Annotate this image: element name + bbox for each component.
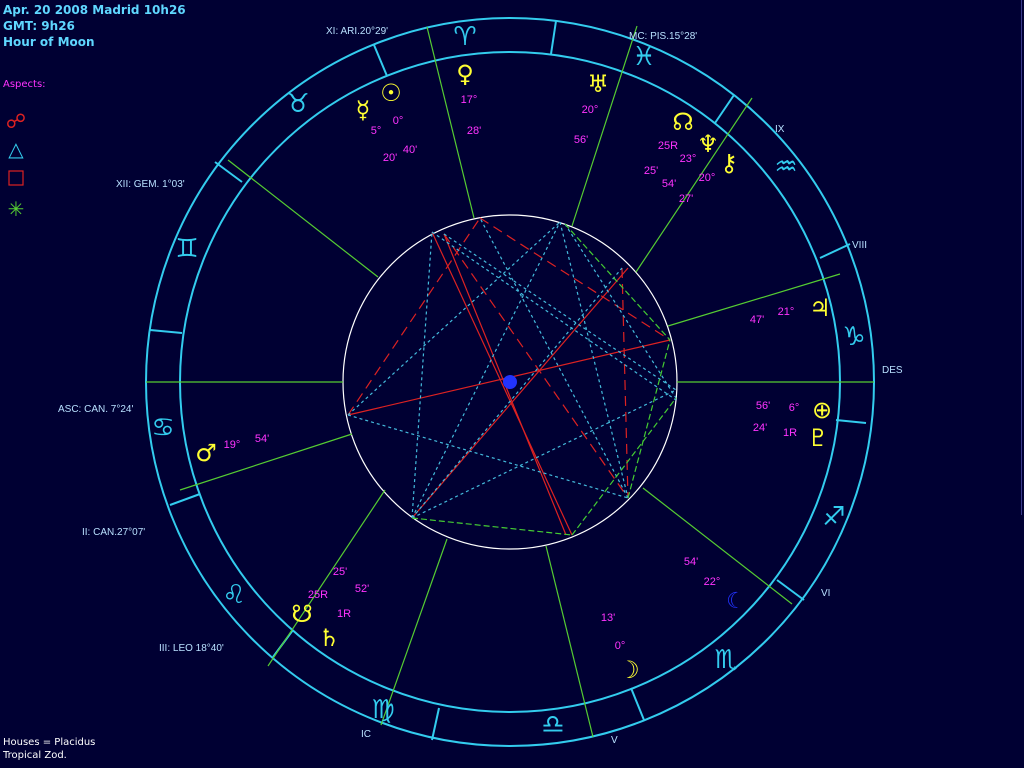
degree-label: 20' [383,152,397,164]
mercury-icon: ☿ [356,96,371,124]
house-label-vi: VI [821,588,830,599]
degree-label: 25' [644,165,658,177]
degree-label: 1R [783,427,797,439]
moon-icon: ☽ [618,656,640,684]
lilith-icon: ☾ [726,589,746,614]
degree-label: 56' [574,134,588,146]
uranus-icon: ♅ [587,70,609,98]
capricorn-sign-icon: ♑ [842,322,865,352]
degree-label: 13' [601,612,615,624]
chart-center-dot [503,375,517,389]
aspect-line [411,231,433,519]
aspect-line [479,217,629,499]
aspect-line [411,221,561,519]
degree-label: 25R [658,140,678,152]
house-system-label: Houses = Placidus [3,737,96,748]
house-label-asc: ASC: CAN. 7°24' [58,404,133,415]
aspect-line [347,414,629,499]
chiron-icon: ⚷ [720,149,738,177]
chart-date-location: Apr. 20 2008 Madrid 10h26 [3,3,186,17]
pisces-sign-icon: ♓ [632,42,655,72]
scorpio-sign-icon: ♏ [714,645,737,675]
degree-label: 19° [224,439,241,451]
degree-label: 0° [393,115,404,127]
gemini-sign-icon: ♊ [175,234,198,264]
degree-label: 20° [582,104,599,116]
window-edge [1021,0,1022,515]
house-label-ic: IC [361,729,371,740]
aspect-line [347,221,561,416]
aquarius-sign-icon: ♒ [774,152,797,182]
degree-label: 54' [662,178,676,190]
aspect-line [571,397,677,536]
degree-label: 52' [355,583,369,595]
house-label-viii: VIII [852,240,867,251]
house-label-des: DES [882,365,903,376]
degree-label: 6° [789,402,800,414]
degree-label: 1R [337,608,351,620]
degree-label: 54' [684,556,698,568]
north-node-icon: ☊ [672,108,693,136]
degree-label: 0° [615,640,626,652]
part-of-fortune-icon: ⊕ [812,396,832,424]
virgo-sign-icon: ♍ [371,695,394,725]
chart-planetary-hour: Hour of Moon [3,35,95,49]
saturn-icon: ♄ [318,624,340,652]
square-aspect-icon [8,170,24,186]
degree-label: 5° [371,125,382,137]
house-label-v: V [611,735,618,746]
sagittarius-sign-icon: ♐ [822,502,845,532]
degree-label: 21° [778,306,795,318]
aspect-line [431,231,677,401]
chart-gmt-time: GMT: 9h26 [3,19,75,33]
trine-aspect-icon: △ [8,137,24,161]
mars-icon: ♂ [195,439,217,467]
degree-label: 56' [756,400,770,412]
cancer-sign-icon: ♋ [151,413,174,443]
jupiter-icon: ♃ [809,294,831,322]
natal-chart-wheel: ♈ ♓ ♒ ♑ ♐ ♏ ♎ ♍ ♌ ♋ ♊ ♉ ☿ ☉ ♀ ♅ ☊ ♆ ⚷ ♃ … [6,17,903,747]
aspect-line [443,233,677,391]
sextile-aspect-icon: ✳ [8,197,25,221]
degree-label: 23° [680,153,697,165]
degree-label: 25R [308,589,328,601]
degree-label: 54' [255,433,269,445]
house-label-ii: II: CAN.27°07' [82,527,145,538]
degree-label: 47' [750,314,764,326]
house-label-mc: MC: PIS.15°28' [629,31,697,42]
sun-icon: ☉ [380,79,402,107]
south-node-icon: ☋ [291,600,312,628]
aspect-line [431,231,573,536]
opposition-aspect-icon: ☍ [6,109,26,133]
house-label-ix: IX [775,124,785,135]
aspect-line [411,389,677,519]
libra-sign-icon: ♎ [541,710,564,740]
degree-label: 24' [753,422,767,434]
pluto-icon: ♇ [807,424,829,452]
venus-icon: ♀ [456,60,474,88]
house-label-xi: XI: ARI.20°29' [326,26,388,37]
aries-sign-icon: ♈ [453,22,476,52]
degree-label: 20° [699,172,716,184]
aspect-line [411,517,573,536]
aspect-line [621,267,629,499]
neptune-icon: ♆ [697,130,719,158]
zodiac-type-label: Tropical Zod. [3,750,67,761]
degree-label: 25' [333,566,347,578]
aspects-legend-title: Aspects: [3,79,46,90]
degree-label: 17° [461,94,478,106]
degree-label: 22° [704,576,721,588]
degree-label: 28' [467,125,481,137]
house-label-iii: III: LEO 18°40' [159,643,224,654]
taurus-sign-icon: ♉ [286,89,309,119]
degree-label: 40' [403,144,417,156]
aspect-line [347,217,481,416]
degree-label: 27' [679,193,693,205]
leo-sign-icon: ♌ [222,580,245,610]
aspect-line [559,221,629,499]
house-label-xii: XII: GEM. 1°03' [116,179,185,190]
